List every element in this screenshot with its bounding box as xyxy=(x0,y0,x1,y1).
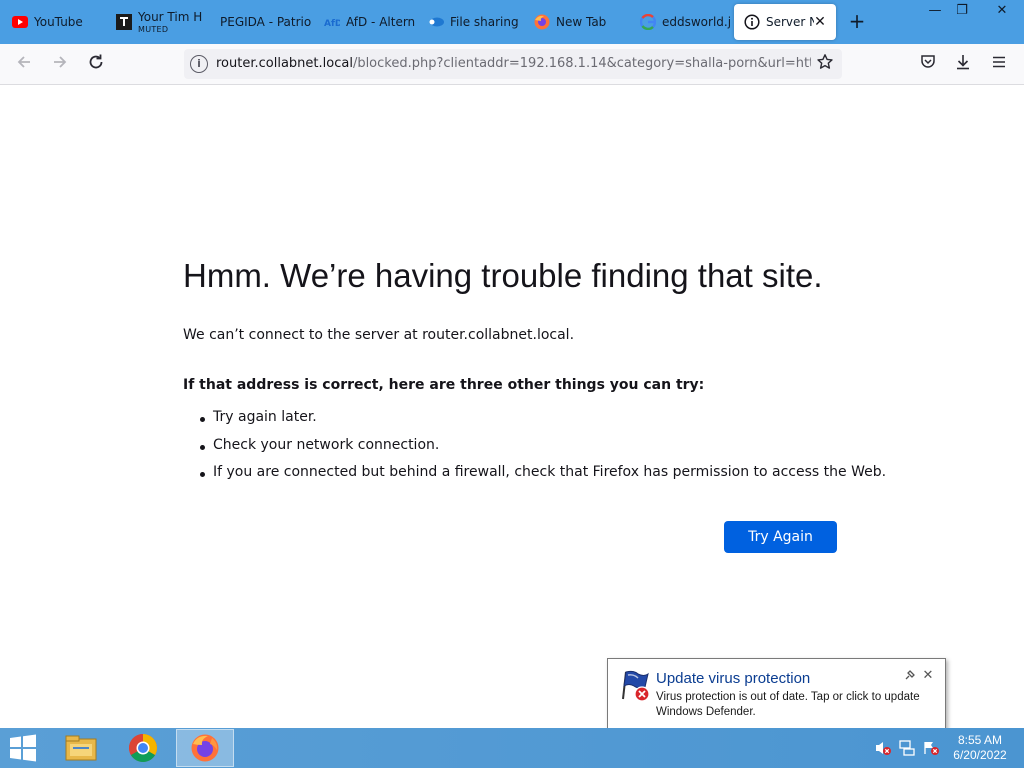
hamburger-menu-icon xyxy=(993,56,1005,68)
file-explorer-icon xyxy=(65,735,97,761)
back-button[interactable] xyxy=(12,53,36,77)
restore-button[interactable]: ❐ xyxy=(945,0,979,22)
error-description: We can’t connect to the server at router… xyxy=(183,327,575,343)
reload-icon xyxy=(89,54,103,69)
tab-new-tab[interactable]: New Tab xyxy=(524,4,628,40)
menu-button[interactable] xyxy=(987,53,1011,77)
tab-title: PEGIDA - Patrio xyxy=(220,15,312,29)
download-icon xyxy=(957,55,969,70)
defender-notification[interactable]: Update virus protection Virus protection… xyxy=(607,658,946,729)
start-button[interactable] xyxy=(8,734,38,762)
notification-body: Virus protection is out of date. Tap or … xyxy=(656,691,920,718)
afd-icon: AfD xyxy=(324,14,340,30)
forward-arrow-icon xyxy=(54,56,67,68)
chrome-icon xyxy=(129,734,157,762)
defender-warning-flag-icon xyxy=(622,670,650,702)
tab-title: New Tab xyxy=(556,15,607,29)
suggestions-list: Try again later. Check your network conn… xyxy=(197,409,886,492)
svg-text:AfD: AfD xyxy=(324,19,340,28)
try-again-button[interactable]: Try Again xyxy=(724,521,837,553)
taskbar-file-explorer[interactable] xyxy=(52,729,110,767)
action-center-warning-icon[interactable] xyxy=(922,740,940,756)
firefox-icon xyxy=(534,14,550,30)
reload-button[interactable] xyxy=(84,53,108,77)
page-content: Hmm. We’re having trouble finding that s… xyxy=(0,85,1024,728)
network-icon[interactable] xyxy=(898,740,916,756)
info-icon xyxy=(744,14,760,30)
tab-eddsworld[interactable]: eddsworld.j xyxy=(630,4,732,40)
list-item: Try again later. xyxy=(197,409,886,437)
list-item: If you are connected but behind a firewa… xyxy=(197,464,886,492)
tab-server-not-found[interactable]: Server No ✕ xyxy=(734,4,836,40)
tab-title: Server No xyxy=(766,15,814,29)
notification-close-icon[interactable]: ✕ xyxy=(921,669,935,683)
tab-tim-hortons[interactable]: Your Tim H MUTED xyxy=(106,4,208,40)
taskbar-chrome[interactable] xyxy=(114,729,172,767)
site-info-icon[interactable]: i xyxy=(190,55,208,73)
downloads-button[interactable] xyxy=(951,53,975,77)
firefox-icon xyxy=(191,734,219,762)
close-window-button[interactable]: ✕ xyxy=(980,0,1024,22)
tim-hortons-icon xyxy=(116,14,132,30)
taskbar-firefox[interactable] xyxy=(176,729,234,767)
tab-strip: YouTube Your Tim H MUTED PEGIDA - Patrio… xyxy=(0,0,1024,44)
tab-title: YouTube xyxy=(34,15,83,29)
url-host: router.collabnet.local xyxy=(216,56,353,71)
new-tab-button[interactable]: + xyxy=(846,11,868,33)
taskbar: 8:55 AM 6/20/2022 xyxy=(0,728,1024,768)
pin-icon[interactable] xyxy=(903,669,917,683)
star-icon xyxy=(817,54,833,69)
clock-time: 8:55 AM xyxy=(957,733,1003,747)
bookmark-star-button[interactable] xyxy=(814,53,836,75)
navigation-toolbar: i router.collabnet.local/blocked.php?cli… xyxy=(0,44,1024,85)
tab-title: File sharing xyxy=(450,15,519,29)
file-sharing-icon xyxy=(428,14,444,30)
address-bar[interactable]: i router.collabnet.local/blocked.php?cli… xyxy=(184,49,842,79)
tab-youtube[interactable]: YouTube xyxy=(2,4,108,40)
error-title: Hmm. We’re having trouble finding that s… xyxy=(183,257,823,294)
tab-title: Your Tim H xyxy=(138,10,203,24)
volume-muted-icon[interactable] xyxy=(874,740,892,756)
notification-title: Update virus protection xyxy=(656,670,811,687)
tab-close-icon[interactable]: ✕ xyxy=(812,14,828,30)
url-text[interactable]: router.collabnet.local/blocked.php?clien… xyxy=(216,56,811,71)
tab-afd[interactable]: AfD AfD - Altern xyxy=(314,4,418,40)
pocket-button[interactable] xyxy=(916,53,940,77)
clock-date: 6/20/2022 xyxy=(953,748,1007,762)
tab-file-sharing[interactable]: File sharing xyxy=(418,4,524,40)
google-icon xyxy=(640,14,656,30)
pocket-icon xyxy=(921,55,935,68)
youtube-icon xyxy=(12,14,28,30)
list-item: Check your network connection. xyxy=(197,437,886,465)
forward-button[interactable] xyxy=(48,53,72,77)
tab-title: AfD - Altern xyxy=(346,15,416,29)
suggestions-heading: If that address is correct, here are thr… xyxy=(183,377,705,393)
url-path: /blocked.php?clientaddr=192.168.1.14&cat… xyxy=(352,56,811,71)
tab-muted-label: MUTED xyxy=(138,25,169,34)
back-arrow-icon xyxy=(17,56,30,68)
tab-title: eddsworld.j xyxy=(662,15,732,29)
system-clock[interactable]: 8:55 AM 6/20/2022 xyxy=(944,733,1016,763)
windows-logo-icon xyxy=(10,734,36,762)
tab-pegida[interactable]: PEGIDA - Patrio xyxy=(210,4,312,40)
